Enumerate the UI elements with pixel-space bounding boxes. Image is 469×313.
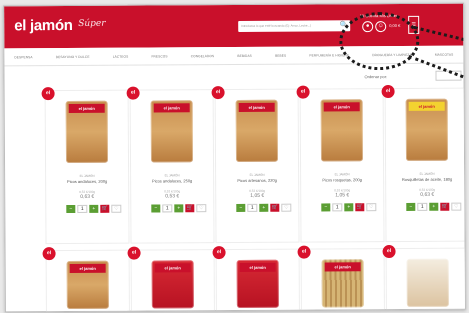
brand-badge-icon: el	[296, 85, 310, 99]
nav-item-mascotas[interactable]: MASCOTAS	[435, 46, 454, 63]
product-price: 1,05 €	[250, 192, 265, 199]
product-card[interactable]: el el jamón EL JAMÓN Picos andaluces, 200g 0…	[41, 87, 130, 245]
package-label: el jamón	[323, 102, 360, 112]
product-brand: EL JAMÓN	[419, 171, 435, 176]
product-card[interactable]: el el jamón	[127, 246, 215, 312]
add-to-cart-icon[interactable]: 🛒	[100, 204, 110, 213]
product-image[interactable]: el jamón	[405, 98, 449, 161]
add-to-cart-icon[interactable]: 🛒	[185, 204, 195, 213]
increase-quantity-button[interactable]: +	[89, 204, 99, 213]
increase-quantity-button[interactable]: +	[344, 203, 354, 212]
nav-item-bebidas[interactable]: BEBIDAS	[237, 47, 252, 64]
product-price: 0,63 €	[80, 193, 95, 200]
product-card[interactable]: el el jamón EL JAMÓN Picos artesanos, 220g 0…	[211, 86, 300, 244]
buy-controls: −1 + 🛒 ♡	[236, 203, 292, 212]
product-image[interactable]: el jamón	[235, 99, 279, 162]
buy-controls: −1 + 🛒 ♡	[151, 204, 207, 213]
product-card[interactable]: el el jamón	[42, 247, 130, 313]
brand-badge-icon: el	[127, 246, 141, 260]
favorite-icon[interactable]: ♡	[196, 204, 207, 213]
product-price: 0,53 €	[165, 193, 180, 200]
product-name[interactable]: Picos andaluces, 250g	[131, 178, 213, 184]
brand-badge-icon: el	[297, 245, 311, 259]
favorite-icon[interactable]: ♡	[451, 202, 462, 211]
brand-badge-icon: el	[42, 247, 56, 261]
screenshot-frame: el jamón Súper Introduzca lo que esté bu…	[3, 2, 466, 313]
product-brand: EL JAMÓN	[164, 173, 180, 178]
decrease-quantity-button[interactable]: −	[406, 202, 416, 211]
brand-badge-icon: el	[382, 245, 396, 259]
product-image[interactable]	[406, 258, 449, 307]
favorite-icon[interactable]: ♡	[111, 204, 122, 213]
product-price: 1,05 €	[335, 192, 350, 199]
logo-script: Súper	[78, 18, 106, 29]
product-image[interactable]: el jamón	[65, 100, 109, 164]
product-card[interactable]: el el jamón EL JAMÓN Rosquilletas de aceite…	[381, 85, 466, 243]
product-brand: EL JAMÓN	[249, 172, 265, 177]
product-image[interactable]: el jamón	[150, 100, 194, 163]
product-brand: EL JAMÓN	[334, 172, 350, 177]
quantity-input[interactable]: 1	[417, 202, 428, 211]
favorite-icon[interactable]: ♡	[366, 203, 377, 212]
nav-item-despensa[interactable]: DESPENSA	[14, 48, 32, 65]
package-label: el jamón	[238, 102, 275, 112]
package-label: el jamón	[69, 263, 106, 274]
quantity-input[interactable]: 1	[162, 204, 173, 213]
nav-item-congelados[interactable]: CONGELADOS	[191, 47, 215, 64]
product-card[interactable]: el el jamón	[297, 245, 385, 311]
product-image[interactable]: el jamón	[66, 260, 109, 310]
buy-controls: −1 + 🛒 ♡	[66, 204, 122, 214]
product-card[interactable]: el el jamón EL JAMÓN Picos andaluces, 250g 0…	[126, 86, 215, 244]
package-label: el jamón	[239, 262, 276, 272]
product-image[interactable]: el jamón	[236, 259, 279, 308]
decrease-quantity-button[interactable]: −	[321, 203, 331, 212]
site-logo[interactable]: el jamón	[14, 17, 73, 34]
product-image[interactable]: el jamón	[151, 260, 194, 309]
nav-item-desayuno[interactable]: DESAYUNO Y DULCE	[56, 48, 90, 65]
product-name[interactable]: Picos artesanos, 220g	[216, 178, 298, 184]
search-input[interactable]: Introduzca lo que esté buscando (Ej: Arr…	[238, 20, 351, 32]
buy-controls: −1 + 🛒 ♡	[321, 203, 377, 212]
brand-badge-icon: el	[381, 85, 395, 99]
nav-item-bebes[interactable]: BEBÉS	[275, 47, 286, 64]
package-label: el jamón	[324, 262, 361, 272]
quantity-input[interactable]: 1	[332, 203, 343, 212]
product-card[interactable]: el el jamón	[212, 246, 300, 312]
buy-controls: −1 + 🛒 ♡	[406, 202, 462, 211]
product-image[interactable]: el jamón	[320, 99, 364, 162]
product-name[interactable]: Picos rosquetas, 200g	[301, 177, 383, 183]
nav-item-lacteos[interactable]: LÁCTEOS	[113, 48, 129, 65]
product-image[interactable]: el jamón	[321, 259, 364, 308]
decrease-quantity-button[interactable]: −	[151, 204, 161, 213]
highlight-circle	[339, 11, 420, 71]
add-to-cart-icon[interactable]: 🛒	[440, 202, 450, 211]
brand-badge-icon: el	[126, 86, 140, 100]
increase-quantity-button[interactable]: +	[259, 203, 269, 212]
product-price: 0,63 €	[420, 191, 435, 198]
add-to-cart-icon[interactable]: 🛒	[355, 203, 365, 212]
product-card[interactable]: el	[382, 245, 466, 311]
quantity-input[interactable]: 1	[77, 204, 88, 213]
increase-quantity-button[interactable]: +	[429, 202, 439, 211]
add-to-cart-icon[interactable]: 🛒	[270, 203, 280, 212]
package-label: el jamón	[154, 263, 191, 273]
product-card[interactable]: el el jamón EL JAMÓN Picos rosquetas, 200g 0…	[296, 85, 385, 243]
brand-badge-icon: el	[212, 246, 226, 260]
package-label: el jamón	[68, 103, 105, 114]
product-name[interactable]: Rosquilletas de aceite, 180g	[386, 177, 466, 183]
package-label: el jamón	[153, 103, 190, 113]
decrease-quantity-button[interactable]: −	[66, 204, 76, 214]
favorite-icon[interactable]: ♡	[281, 203, 292, 212]
nav-item-frescos[interactable]: FRESCOS	[151, 47, 167, 64]
brand-badge-icon: el	[41, 87, 55, 101]
brand-badge-icon: el	[211, 86, 225, 100]
increase-quantity-button[interactable]: +	[174, 204, 184, 213]
sort-label: Ordenar por:	[364, 74, 388, 80]
package-label: el jamón	[408, 101, 445, 111]
decrease-quantity-button[interactable]: −	[236, 203, 246, 212]
product-brand: EL JAMÓN	[79, 173, 95, 178]
product-name[interactable]: Picos andaluces, 200g	[46, 179, 128, 185]
quantity-input[interactable]: 1	[247, 203, 258, 212]
